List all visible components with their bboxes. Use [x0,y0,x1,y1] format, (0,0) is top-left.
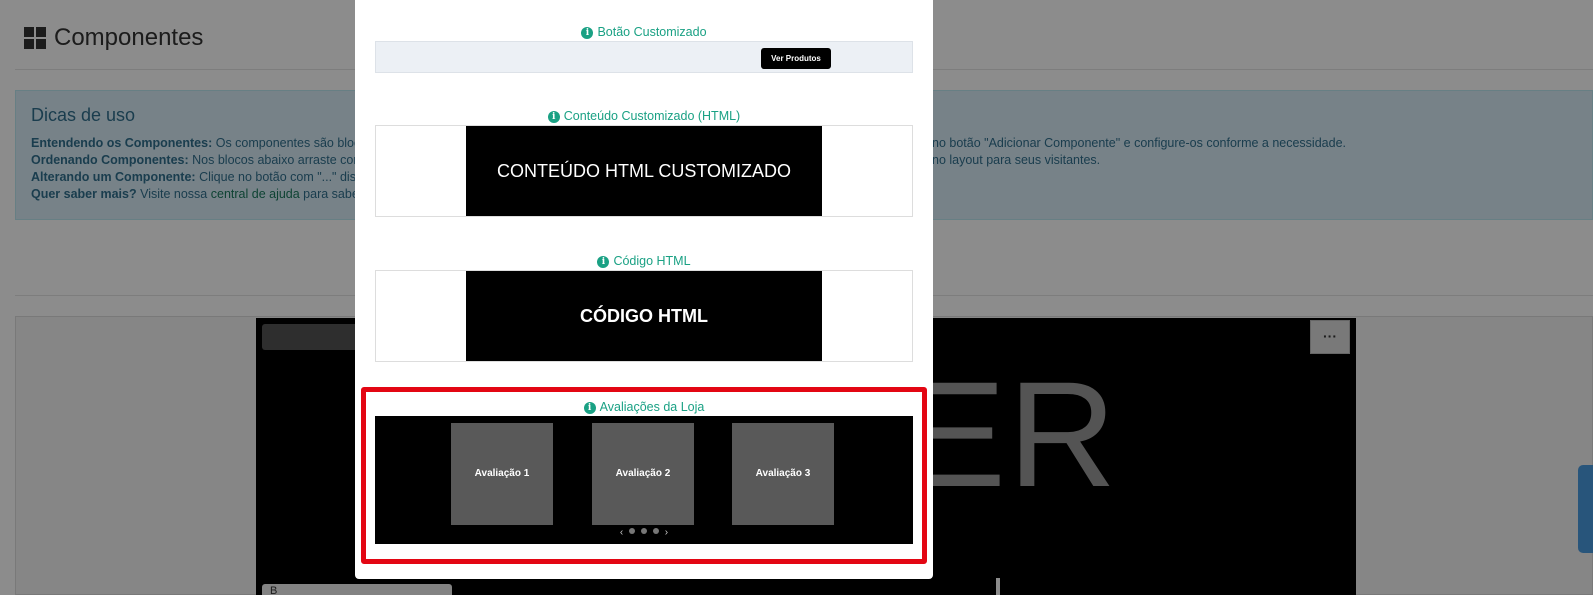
ver-produtos-button: Ver Produtos [761,48,831,69]
custom-button-preview[interactable]: Ver Produtos [375,41,913,73]
info-icon: i [581,27,594,39]
info-icon: i [547,111,560,123]
html-code-block: CÓDIGO HTML [466,271,822,361]
custom-content-preview[interactable]: CONTEÚDO HTML CUSTOMIZADO [375,125,913,217]
component-title-custom-button[interactable]: i Botão Customizado [375,25,913,39]
component-title-custom-content[interactable]: i Conteúdo Customizado (HTML) [375,109,913,123]
custom-content-block: CONTEÚDO HTML CUSTOMIZADO [466,126,822,216]
highlight-box [361,387,927,564]
component-title-html-code[interactable]: i Código HTML [375,254,913,268]
info-icon: i [597,256,610,268]
html-code-preview[interactable]: CÓDIGO HTML [375,270,913,362]
